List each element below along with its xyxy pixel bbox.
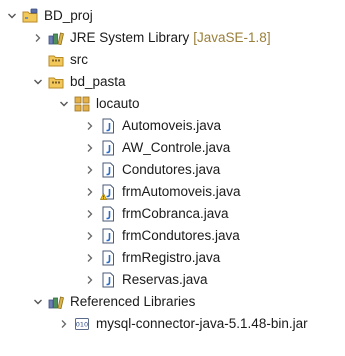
tree-item-label: src: [70, 52, 88, 67]
chevron-right-icon[interactable]: [84, 142, 96, 154]
chevron-right-icon[interactable]: [84, 230, 96, 242]
tree-item-label: frmCobranca.java: [122, 206, 229, 221]
tree-item-label: frmRegistro.java: [122, 250, 221, 265]
tree-item-label: Condutores.java: [122, 162, 221, 177]
tree-item-java-file[interactable]: Automoveis.java: [84, 115, 221, 137]
tree-item-java-file[interactable]: frmAutomoveis.java: [84, 181, 241, 203]
tree-item-bd-pasta[interactable]: bd_pasta: [32, 71, 126, 93]
java-file-icon: [100, 228, 116, 244]
chevron-right-icon[interactable]: [84, 252, 96, 264]
java-project-icon: [22, 8, 38, 24]
chevron-right-icon[interactable]: [84, 120, 96, 132]
chevron-right-icon[interactable]: [84, 186, 96, 198]
tree-item-java-file[interactable]: frmCobranca.java: [84, 203, 229, 225]
tree-item-decoration: [JavaSE-1.8]: [193, 30, 271, 45]
tree-item-label: mysql-connector-java-5.1.48-bin.jar: [96, 316, 308, 331]
package-explorer-tree: BD_proj JRE System Library [JavaSE-1.8]: [0, 0, 345, 356]
tree-item-bd-proj[interactable]: BD_proj: [6, 5, 93, 27]
source-folder-icon: [48, 52, 64, 68]
java-file-icon: [100, 140, 116, 156]
chevron-right-icon[interactable]: [84, 208, 96, 220]
tree-item-label: Reservas.java: [122, 272, 208, 287]
java-file-icon: [100, 162, 116, 178]
tree-item-label: JRE System Library: [70, 30, 190, 45]
chevron-right-icon[interactable]: [84, 274, 96, 286]
tree-item-java-file[interactable]: frmRegistro.java: [84, 247, 220, 269]
tree-item-java-file[interactable]: AW_Controle.java: [84, 137, 230, 159]
library-icon: [48, 30, 64, 46]
chevron-right-icon[interactable]: [58, 318, 70, 330]
tree-item-referenced-libraries[interactable]: Referenced Libraries: [32, 291, 195, 313]
tree-item-src[interactable]: src: [48, 49, 88, 71]
chevron-right-icon[interactable]: [84, 164, 96, 176]
library-icon: [48, 294, 64, 310]
jar-file-icon: 010: [74, 316, 90, 332]
package-icon: [74, 96, 90, 112]
tree-item-label: AW_Controle.java: [122, 140, 231, 155]
chevron-down-icon[interactable]: [32, 76, 44, 88]
java-file-icon: [100, 118, 116, 134]
chevron-right-icon[interactable]: [32, 32, 44, 44]
tree-item-java-file[interactable]: Condutores.java: [84, 159, 220, 181]
svg-text:010: 010: [76, 321, 88, 329]
tree-item-label: frmCondutores.java: [122, 228, 240, 243]
java-file-icon: [100, 206, 116, 222]
tree-item-label: bd_pasta: [70, 74, 126, 89]
tree-item-jre-system-library[interactable]: JRE System Library [JavaSE-1.8]: [32, 27, 271, 49]
tree-item-label: BD_proj: [44, 8, 93, 23]
tree-item-java-file[interactable]: Reservas.java: [84, 269, 208, 291]
tree-item-label: Referenced Libraries: [70, 294, 196, 309]
source-folder-icon: [48, 74, 64, 90]
chevron-down-icon[interactable]: [32, 296, 44, 308]
tree-item-jar[interactable]: 010 mysql-connector-java-5.1.48-bin.jar: [58, 313, 308, 335]
chevron-down-icon[interactable]: [6, 10, 18, 22]
java-file-icon: [100, 272, 116, 288]
tree-item-locauto[interactable]: locauto: [58, 93, 140, 115]
tree-item-java-file[interactable]: frmCondutores.java: [84, 225, 240, 247]
tree-item-label: Automoveis.java: [122, 118, 222, 133]
tree-item-label: locauto: [96, 96, 140, 111]
java-file-icon: [100, 250, 116, 266]
java-file-warning-icon: [100, 184, 116, 200]
chevron-down-icon[interactable]: [58, 98, 70, 110]
tree-item-label: frmAutomoveis.java: [122, 184, 241, 199]
